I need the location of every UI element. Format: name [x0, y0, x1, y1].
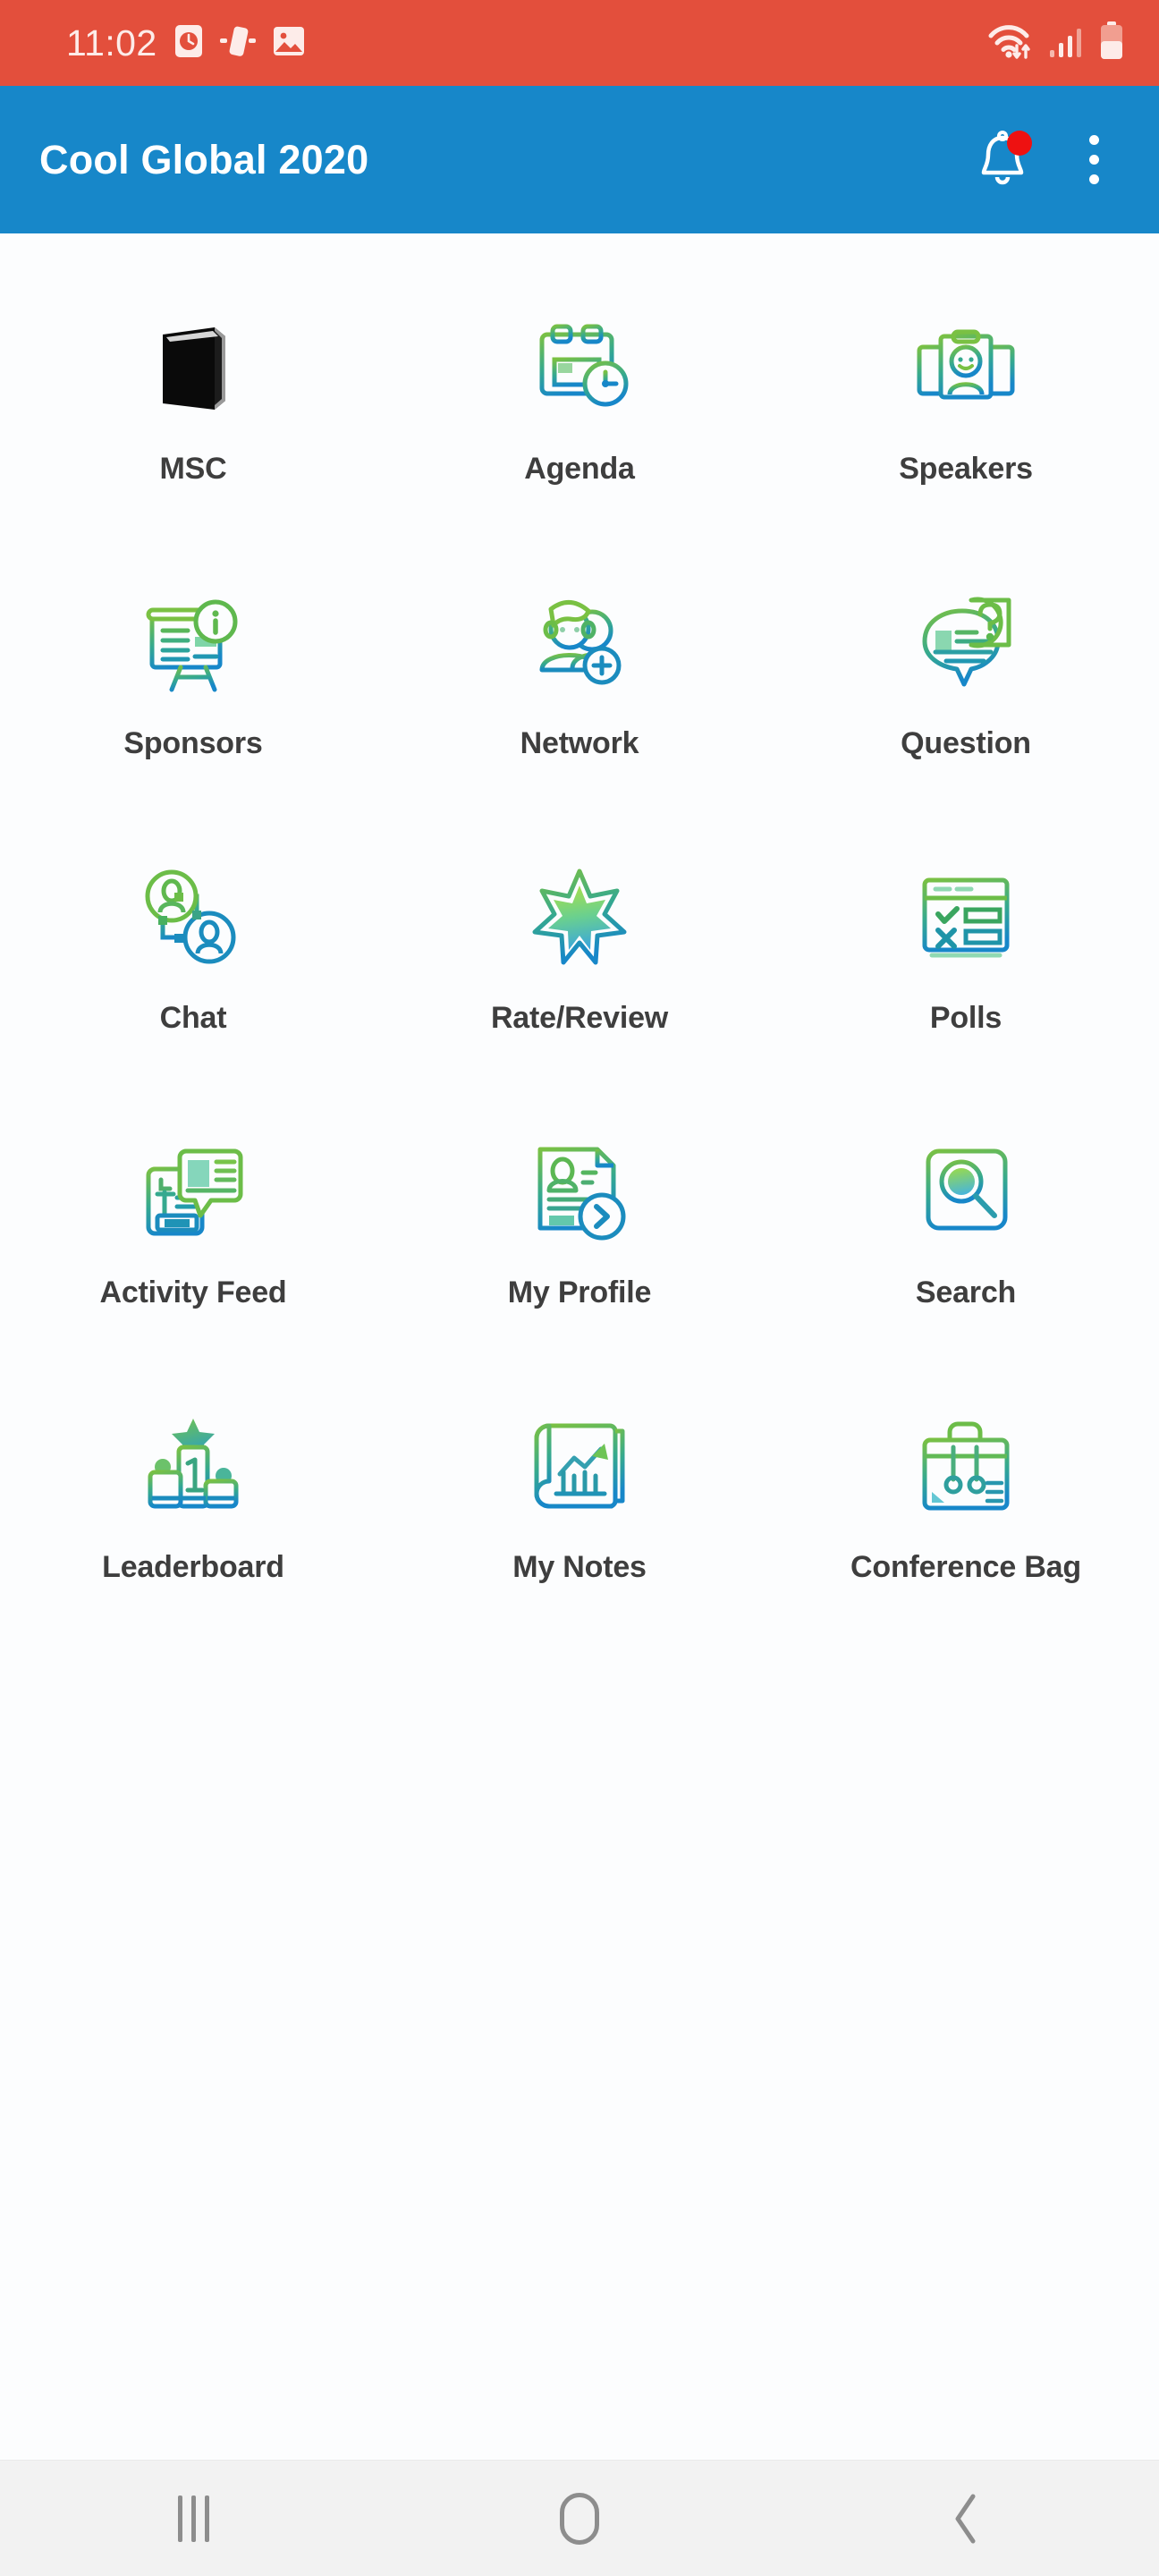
- grid-item-polls[interactable]: Polls: [773, 826, 1159, 1100]
- home-button[interactable]: [512, 2461, 647, 2576]
- grid-item-label: MSC: [159, 452, 227, 486]
- grid-item-conference-bag[interactable]: Conference Bag: [773, 1375, 1159, 1649]
- calendar-clock-icon: [512, 301, 647, 436]
- recents-icon: [177, 2495, 209, 2542]
- status-bar-right: [987, 21, 1125, 65]
- back-chevron-icon: [955, 2494, 976, 2543]
- grid-item-my-profile[interactable]: My Profile: [386, 1100, 773, 1375]
- page-title: Cool Global 2020: [39, 136, 369, 182]
- speaker-cards-icon: [899, 301, 1033, 436]
- connected-users-icon: [126, 851, 260, 985]
- screen-rotation-icon: [219, 23, 256, 64]
- overflow-menu-button[interactable]: [1071, 131, 1116, 190]
- recents-button[interactable]: [126, 2461, 260, 2576]
- grid-item-leaderboard[interactable]: Leaderboard: [0, 1375, 386, 1649]
- grid-item-label: Chat: [159, 1001, 227, 1035]
- grid-item-label: My Profile: [507, 1275, 652, 1309]
- grid-item-label: Leaderboard: [102, 1550, 284, 1584]
- grid-item-label: Search: [915, 1275, 1017, 1309]
- grid-item-label: Speakers: [899, 452, 1033, 486]
- people-add-icon: [512, 576, 647, 710]
- tote-bag-icon: [899, 1400, 1033, 1534]
- grid-item-agenda[interactable]: Agenda: [386, 276, 773, 551]
- status-bar-clock: 11:02: [66, 21, 157, 64]
- grid-item-label: Question: [901, 726, 1031, 760]
- grid-item-speakers[interactable]: Speakers: [773, 276, 1159, 551]
- system-navigation-bar: [0, 2460, 1159, 2576]
- grid-item-rate-review[interactable]: Rate/Review: [386, 826, 773, 1100]
- overflow-menu-icon: [1088, 174, 1099, 184]
- activity-feed-icon: [126, 1125, 260, 1259]
- grid-item-activity-feed[interactable]: Activity Feed: [0, 1100, 386, 1375]
- notification-badge: [1007, 130, 1032, 156]
- grid-item-label: Polls: [929, 1001, 1002, 1035]
- presentation-board-info-icon: [126, 576, 260, 710]
- feature-grid: MSC Agenda Speakers Sponsors Network Que…: [0, 233, 1159, 1649]
- overflow-menu-icon: [1088, 135, 1099, 145]
- grid-item-search[interactable]: Search: [773, 1100, 1159, 1375]
- status-bar-left: 11:02: [66, 22, 306, 64]
- main-content: MSC Agenda Speakers Sponsors Network Que…: [0, 233, 1159, 2460]
- alarm-clock-icon: [173, 23, 204, 64]
- grid-item-sponsors[interactable]: Sponsors: [0, 551, 386, 826]
- home-icon: [560, 2492, 599, 2545]
- question-bubble-icon: [899, 576, 1033, 710]
- search-square-icon: [899, 1125, 1033, 1259]
- grid-item-question[interactable]: Question: [773, 551, 1159, 826]
- overflow-menu-icon: [1088, 155, 1099, 165]
- grid-item-label: Agenda: [524, 452, 635, 486]
- phone-screen: 11:02 Cool Global 2020 MSC Agenda Speake…: [0, 0, 1159, 2576]
- notification-bell-button[interactable]: [975, 130, 1032, 190]
- cellular-signal-icon: [1048, 23, 1084, 64]
- book-icon: [126, 301, 260, 436]
- battery-icon: [1098, 21, 1125, 65]
- notes-chart-icon: [512, 1400, 647, 1534]
- grid-item-label: Rate/Review: [490, 1001, 669, 1035]
- grid-item-label: Network: [520, 726, 639, 760]
- podium-icon: [126, 1400, 260, 1534]
- grid-item-label: Sponsors: [123, 726, 263, 760]
- grid-item-chat[interactable]: Chat: [0, 826, 386, 1100]
- grid-item-my-notes[interactable]: My Notes: [386, 1375, 773, 1649]
- grid-item-msc[interactable]: MSC: [0, 276, 386, 551]
- wifi-transfer-icon: [987, 21, 1034, 65]
- grid-item-network[interactable]: Network: [386, 551, 773, 826]
- grid-item-label: Conference Bag: [850, 1550, 1081, 1584]
- poll-window-icon: [899, 851, 1033, 985]
- grid-item-label: Activity Feed: [99, 1275, 287, 1309]
- app-bar: Cool Global 2020: [0, 86, 1159, 233]
- app-bar-actions: [975, 130, 1116, 190]
- gallery-image-icon: [272, 24, 306, 63]
- status-bar: 11:02: [0, 0, 1159, 86]
- grid-item-label: My Notes: [512, 1550, 647, 1584]
- profile-document-icon: [512, 1125, 647, 1259]
- back-button[interactable]: [899, 2461, 1033, 2576]
- star-icon: [512, 851, 647, 985]
